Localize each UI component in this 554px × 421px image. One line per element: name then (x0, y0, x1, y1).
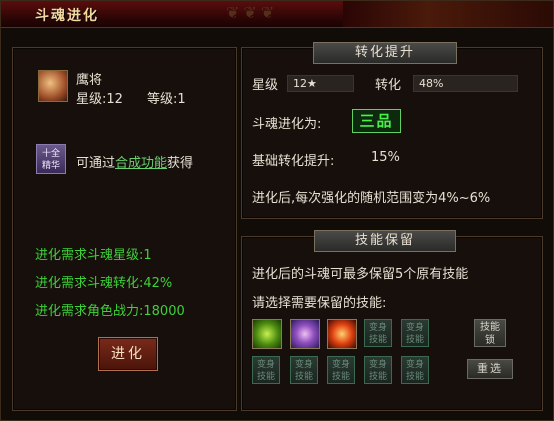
requirement-star: 进化需求斗魂星级:1 (35, 248, 152, 263)
base-conversion-label: 基础转化提升: (252, 154, 335, 169)
title-bar: 斗魂进化 ❦❦❦ (1, 1, 553, 28)
skill-1-icon[interactable] (252, 319, 282, 349)
skill-2-icon[interactable] (290, 319, 320, 349)
skill-slot-9[interactable]: 变身 技能 (364, 356, 392, 384)
conversion-value: 48% (413, 75, 518, 92)
material-essence-icon[interactable]: 十全 精华 (36, 144, 66, 174)
skill-slot-4[interactable]: 变身 技能 (364, 319, 392, 347)
base-conversion-value: 15% (371, 150, 400, 165)
skill-slot-10[interactable]: 变身 技能 (401, 356, 429, 384)
reselect-button[interactable]: 重选 (467, 359, 513, 379)
skill-slot-8[interactable]: 变身 技能 (327, 356, 355, 384)
skill-keep-header: 技能保留 (314, 230, 456, 252)
window-title: 斗魂进化 (35, 8, 99, 24)
skill-slot-7[interactable]: 变身 技能 (290, 356, 318, 384)
conversion-label: 转化 (375, 78, 402, 93)
soul-level: 等级:1 (147, 92, 186, 107)
skill-lock-button[interactable]: 技能 锁 (474, 319, 506, 347)
source-suffix: 获得 (167, 156, 194, 171)
skill-slot-5[interactable]: 变身 技能 (401, 319, 429, 347)
grade-badge: 三品 (352, 109, 401, 133)
synthesis-link[interactable]: 合成功能 (115, 156, 167, 171)
soul-name: 鹰将 (76, 73, 103, 88)
requirement-power: 进化需求角色战力:18000 (35, 304, 185, 319)
skill-3-icon[interactable] (327, 319, 357, 349)
evolve-to-label: 斗魂进化为: (252, 117, 322, 132)
conversion-header: 转化提升 (313, 42, 457, 64)
title-bar-decoration (343, 1, 553, 27)
evolve-button[interactable]: 进化 (98, 337, 158, 371)
skill-slot-6[interactable]: 变身 技能 (252, 356, 280, 384)
evolve-window: 斗魂进化 ❦❦❦ 鹰将 星级:12 等级:1 十全 精华 可通过合成功能获得 进… (0, 0, 554, 421)
source-prefix: 可通过 (76, 156, 116, 171)
skill-keep-line1: 进化后的斗魂可最多保留5个原有技能 (252, 267, 469, 282)
material-source-text: 可通过合成功能获得 (76, 152, 193, 171)
requirement-conversion: 进化需求斗魂转化:42% (35, 276, 173, 291)
soul-avatar-icon[interactable] (38, 70, 68, 102)
soul-star-level: 星级:12 (76, 92, 123, 107)
dragon-ornament-icon: ❦❦❦ (226, 3, 279, 22)
star-label: 星级 (252, 78, 279, 93)
star-value: 12★ (287, 75, 354, 92)
skill-keep-line2: 请选择需要保留的技能: (252, 296, 387, 311)
evolve-note: 进化后,每次强化的随机范围变为4%~6% (252, 191, 491, 206)
material-icon-label: 十全 精华 (41, 149, 60, 171)
